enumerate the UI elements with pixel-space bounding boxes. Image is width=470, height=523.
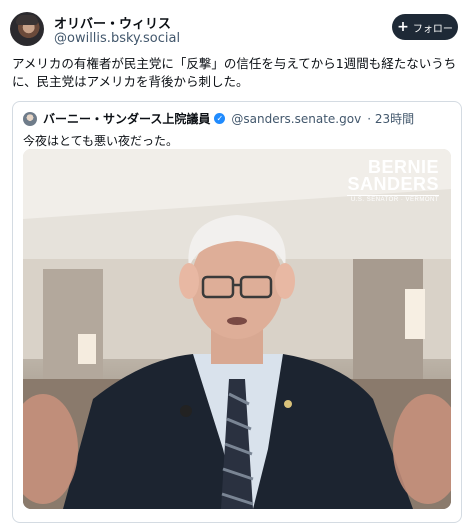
quoted-author-name: バーニー・サンダース上院議員: [43, 112, 211, 126]
quoted-author-handle: @sanders.senate.gov: [231, 111, 362, 126]
quoted-post-header: バーニー・サンダース上院議員 ✓ @sanders.senate.gov · 2…: [23, 110, 414, 127]
author-avatar[interactable]: [10, 12, 44, 46]
plus-icon: +: [397, 19, 409, 35]
post-text: アメリカの有権者が民主党に「反撃」の信任を与えてから1週間も経たないうちに、民主…: [12, 56, 457, 89]
quoted-post-time: · 23時間: [367, 112, 415, 126]
quoted-post-text: 今夜はとても悪い夜だった。: [23, 134, 179, 148]
follow-button[interactable]: + フォロー: [392, 14, 458, 40]
brand-line-3: U.S. SENATOR · VERMONT: [347, 195, 439, 203]
quoted-post[interactable]: バーニー・サンダース上院議員 ✓ @sanders.senate.gov · 2…: [12, 101, 462, 523]
author-handle[interactable]: @owillis.bsky.social: [54, 31, 180, 46]
verified-badge-icon: ✓: [214, 113, 226, 124]
post: オリバー・ウィリス @owillis.bsky.social + フォロー アメ…: [0, 0, 470, 523]
quoted-author-avatar: [23, 111, 37, 126]
follow-button-label: フォロー: [412, 23, 453, 35]
video-frame: [23, 149, 451, 509]
author-display-name[interactable]: オリバー・ウィリス: [54, 13, 171, 32]
video-brand-logo: BERNIE SANDERS U.S. SENATOR · VERMONT: [347, 158, 439, 203]
brand-line-2: SANDERS: [347, 174, 439, 194]
video-player[interactable]: BERNIE SANDERS U.S. SENATOR · VERMONT: [23, 149, 451, 509]
